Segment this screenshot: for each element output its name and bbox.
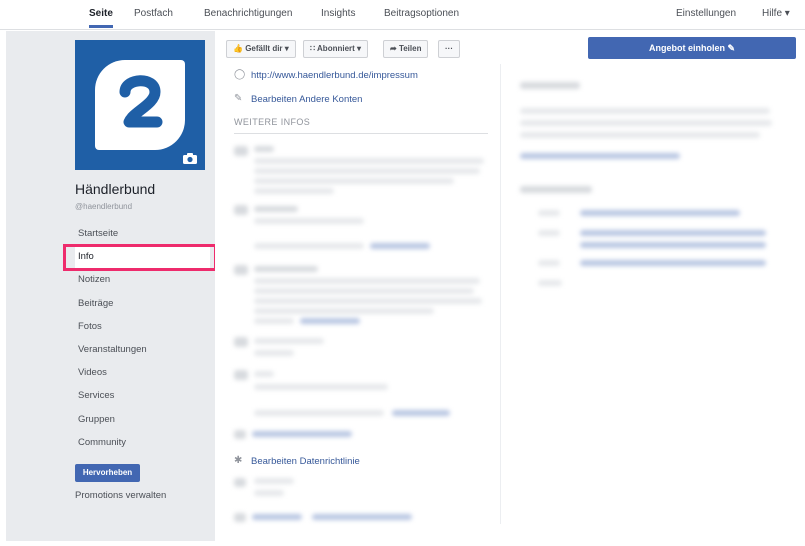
follow-button[interactable]: ∷ Abonniert ▾: [303, 40, 369, 58]
blurred-link: [300, 318, 360, 324]
more-options-button[interactable]: ···: [438, 40, 460, 58]
promote-button[interactable]: Hervorheben: [75, 464, 140, 482]
like-button[interactable]: 👍 Gefällt dir ▾: [226, 40, 296, 58]
blurred-link: [312, 514, 412, 520]
top-navigation: Seite Postfach Benachrichtigungen Insigh…: [0, 0, 805, 30]
column-divider: [500, 64, 501, 524]
tab-benachrichtigungen[interactable]: Benachrichtigungen: [204, 8, 292, 19]
rss-icon: ∷: [310, 44, 316, 53]
blurred-text: [538, 260, 560, 266]
highlight-annotation: [63, 244, 217, 271]
shield-icon: ✱: [234, 455, 243, 466]
sidebar-item-services[interactable]: Services: [75, 384, 210, 407]
share-icon: ➦: [390, 44, 397, 53]
tab-beitragsoptionen[interactable]: Beitragsoptionen: [384, 8, 459, 19]
sidebar-item-startseite[interactable]: Startseite: [75, 222, 210, 245]
blurred-icon: [234, 370, 248, 380]
get-quote-button[interactable]: Angebot einholen ✎: [588, 37, 796, 59]
blurred-link: [392, 410, 450, 416]
blurred-icon: [234, 265, 248, 275]
get-quote-label: Angebot einholen: [648, 43, 725, 53]
edit-icon: ✎: [234, 93, 243, 104]
blurred-link: [252, 431, 352, 437]
settings-link[interactable]: Einstellungen: [676, 8, 736, 19]
help-menu[interactable]: Hilfe ▾: [762, 8, 790, 19]
share-button[interactable]: ➦ Teilen: [383, 40, 429, 58]
share-button-label: Teilen: [398, 44, 422, 53]
blurred-icon: [234, 205, 248, 215]
blurred-link: [580, 260, 766, 266]
blurred-text: [254, 243, 364, 249]
profile-picture[interactable]: [75, 40, 205, 170]
sidebar-item-fotos[interactable]: Fotos: [75, 315, 210, 338]
blurred-link: [580, 230, 766, 236]
tab-postfach[interactable]: Postfach: [134, 8, 173, 19]
blurred-text: [254, 298, 482, 304]
sidebar-item-gruppen[interactable]: Gruppen: [75, 408, 210, 431]
blurred-text: [254, 218, 364, 224]
blurred-icon: [234, 513, 246, 522]
blurred-text: [254, 158, 484, 164]
blurred-text: [254, 188, 334, 194]
blurred-text: [520, 132, 760, 138]
manage-promotions-link[interactable]: Promotions verwalten: [75, 490, 166, 501]
blurred-text: [254, 206, 298, 212]
pencil-icon: ✎: [727, 43, 736, 53]
blurred-link: [370, 243, 430, 249]
blurred-link: [580, 242, 766, 248]
blurred-text: [254, 350, 294, 356]
blurred-icon: [234, 337, 248, 347]
blurred-text: [254, 384, 388, 390]
edit-other-accounts-link[interactable]: Bearbeiten Andere Konten: [251, 94, 362, 105]
camera-icon[interactable]: [183, 153, 197, 164]
blurred-text: [538, 280, 562, 286]
blurred-text: [254, 371, 274, 377]
globe-icon: ◯: [234, 69, 246, 80]
blurred-text: [254, 490, 284, 496]
blurred-text: [254, 178, 454, 184]
blurred-link: [520, 153, 680, 159]
blurred-text: [254, 478, 294, 484]
blurred-text: [520, 108, 770, 114]
sidebar-item-veranstaltungen[interactable]: Veranstaltungen: [75, 338, 210, 361]
blurred-text: [538, 210, 560, 216]
tab-insights[interactable]: Insights: [321, 8, 355, 19]
sidebar-item-notizen[interactable]: Notizen: [75, 268, 210, 291]
page-username: @haendlerbund: [75, 202, 133, 211]
blurred-icon: [234, 146, 248, 156]
blurred-heading: [520, 82, 580, 89]
sidebar-item-community[interactable]: Community: [75, 431, 210, 454]
sidebar-item-beitraege[interactable]: Beiträge: [75, 292, 210, 315]
sidebar-item-videos[interactable]: Videos: [75, 361, 210, 384]
like-button-label: Gefällt dir ▾: [245, 44, 289, 53]
edit-privacy-policy-link[interactable]: Bearbeiten Datenrichtlinie: [251, 456, 360, 467]
blurred-text: [254, 288, 474, 294]
blurred-text: [254, 338, 324, 344]
thumbs-up-icon: 👍: [233, 44, 243, 53]
tab-seite[interactable]: Seite: [89, 8, 113, 28]
section-divider: [234, 133, 488, 134]
blurred-text: [520, 120, 772, 126]
blurred-text: [254, 278, 480, 284]
follow-button-label: Abonniert ▾: [317, 44, 362, 53]
blurred-text: [254, 168, 480, 174]
more-info-heading: WEITERE INFOS: [234, 117, 311, 127]
website-link[interactable]: http://www.haendlerbund.de/impressum: [251, 70, 418, 81]
page-title: Händlerbund: [75, 181, 156, 197]
blurred-text: [254, 266, 318, 272]
blurred-heading: [520, 186, 592, 193]
blurred-link: [252, 514, 302, 520]
blurred-link: [580, 210, 740, 216]
brand-logo: [95, 60, 185, 150]
blurred-icon: [234, 430, 246, 439]
blurred-text: [538, 230, 560, 236]
blurred-icon: [234, 478, 246, 487]
blurred-text: [254, 146, 274, 152]
brand-logo-glyph: [119, 75, 163, 128]
blurred-text: [254, 318, 294, 324]
blurred-text: [254, 308, 434, 314]
blurred-text: [254, 410, 384, 416]
